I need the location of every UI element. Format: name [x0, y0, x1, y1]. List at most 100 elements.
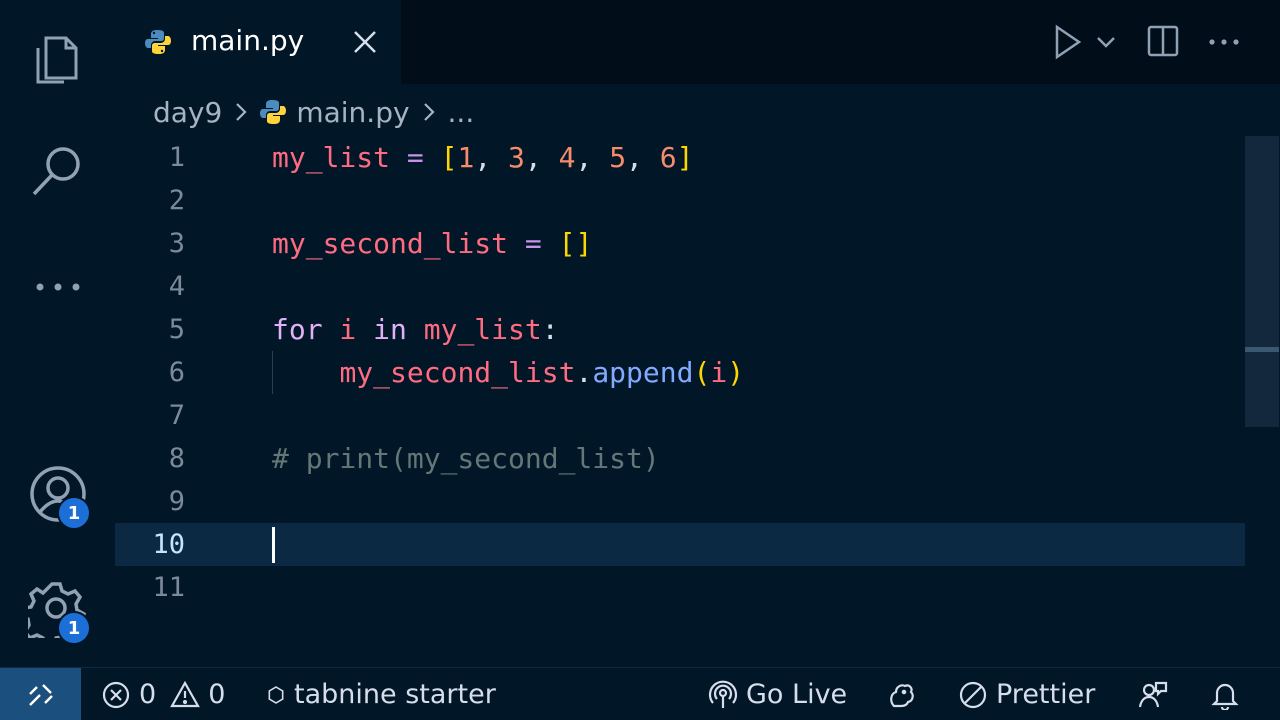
code-line[interactable]: 3 my_second_list = []	[115, 222, 1245, 265]
warning-count: 0	[208, 679, 226, 710]
tab-label: main.py	[191, 24, 305, 57]
line-number: 6	[168, 357, 185, 388]
warning-icon	[170, 680, 201, 707]
code-line[interactable]: 7	[115, 394, 1245, 437]
token-dot: .	[575, 356, 593, 389]
token-operator: =	[508, 227, 559, 260]
scrollbar-cursor-marker	[1245, 347, 1279, 352]
code-line[interactable]: 2	[115, 179, 1245, 222]
token-bracket: [	[440, 141, 458, 174]
code-line[interactable]: 8 # print(my_second_list)	[115, 437, 1245, 480]
remote-indicator[interactable]	[0, 668, 81, 720]
token-variable: my_second_list	[272, 227, 509, 260]
code-line[interactable]: 5 for i in my_list:	[115, 308, 1245, 351]
settings-badge: 1	[57, 611, 91, 645]
code-editor[interactable]: 1 my_list = [1, 3, 4, 5, 6] 2 3 my_secon…	[115, 136, 1280, 666]
line-number: 11	[152, 572, 185, 603]
token-comma: ,	[524, 141, 559, 174]
line-number: 4	[168, 271, 185, 302]
code-text: my_second_list.append(i)	[272, 351, 744, 394]
chevron-down-icon[interactable]	[1095, 24, 1117, 60]
broadcast-icon	[708, 680, 738, 708]
vertical-scrollbar[interactable]	[1245, 136, 1279, 427]
tabnine-indicator[interactable]: tabnine starter	[266, 668, 496, 720]
line-number: 5	[168, 314, 185, 345]
code-text: my_list = [1, 3, 4, 5, 6]	[272, 136, 693, 179]
tabnine-label: tabnine starter	[294, 679, 496, 710]
chevron-right-icon	[423, 103, 435, 121]
go-live-button[interactable]: Go Live	[708, 668, 847, 720]
line-number: 8	[168, 443, 185, 474]
problems-indicator[interactable]: 0 0	[101, 668, 225, 720]
tab-main-py[interactable]: main.py	[115, 0, 401, 84]
breadcrumb-file[interactable]: main.py	[296, 96, 409, 129]
split-editor-icon[interactable]	[1147, 24, 1179, 60]
error-icon	[102, 681, 130, 708]
run-icon[interactable]	[1053, 24, 1083, 60]
token-variable: i	[710, 356, 728, 389]
token-bracket: ]	[676, 141, 694, 174]
token-comma: ,	[626, 141, 660, 174]
breadcrumb-folder[interactable]: day9	[153, 96, 222, 129]
token-keyword: for	[272, 313, 323, 346]
token-variable: my_list	[272, 141, 391, 174]
token-comma: ,	[575, 141, 610, 174]
prettier-label: Prettier	[996, 679, 1096, 710]
code-line[interactable]: 6 my_second_list.append(i)	[115, 351, 1245, 394]
line-number: 3	[168, 228, 185, 259]
prohibited-icon	[959, 681, 987, 708]
more-actions-icon[interactable]	[1207, 24, 1241, 60]
line-number: 2	[168, 185, 185, 216]
python-file-icon	[145, 30, 171, 54]
code-line[interactable]: 1 my_list = [1, 3, 4, 5, 6]	[115, 136, 1245, 179]
accounts-badge: 1	[57, 496, 91, 530]
tab-bar: main.py	[115, 0, 1280, 84]
token-variable: my_second_list	[339, 356, 576, 389]
token-keyword: in	[373, 313, 407, 346]
code-text: my_second_list = []	[272, 222, 592, 265]
feedback-button[interactable]	[1138, 668, 1168, 720]
more-views-icon[interactable]	[28, 256, 88, 316]
feedback-person-icon	[1138, 681, 1168, 707]
token-number: 6	[659, 141, 677, 174]
code-line[interactable]: 11	[115, 566, 1245, 609]
code-line[interactable]: 9	[115, 480, 1245, 523]
line-number: 10	[152, 529, 185, 560]
token-variable: my_list	[406, 313, 542, 346]
text-cursor	[272, 527, 275, 563]
remote-icon	[28, 683, 53, 706]
line-number: 9	[168, 486, 185, 517]
token-variable: i	[322, 313, 374, 346]
go-live-label: Go Live	[746, 679, 848, 710]
token-bracket: (	[693, 356, 711, 389]
chevron-right-icon	[236, 103, 247, 121]
code-line-current[interactable]: 10	[115, 523, 1245, 566]
squirrel-icon	[890, 683, 914, 707]
token-number: 5	[609, 141, 627, 174]
activity-bar: 1 1	[0, 0, 115, 667]
search-icon[interactable]	[28, 140, 88, 200]
token-comment: # print(my_second_list)	[272, 442, 660, 475]
python-file-icon	[260, 100, 287, 124]
bell-icon	[1211, 683, 1239, 710]
token-bracket: []	[558, 227, 593, 260]
line-number: 7	[168, 400, 185, 431]
token-bracket: )	[727, 356, 745, 389]
code-line[interactable]: 4	[115, 265, 1245, 308]
breadcrumb-symbol[interactable]: ...	[448, 96, 475, 129]
breadcrumb: day9 main.py ...	[153, 92, 474, 132]
token-colon: :	[541, 313, 559, 346]
token-function: append	[592, 356, 694, 389]
explorer-icon[interactable]	[28, 26, 88, 86]
token-number: 4	[558, 141, 576, 174]
token-comma: ,	[474, 141, 509, 174]
close-icon[interactable]	[351, 28, 379, 56]
line-number: 1	[168, 142, 185, 173]
token-operator: =	[390, 141, 441, 174]
notifications-button[interactable]	[1210, 668, 1240, 720]
tabnine-icon	[268, 685, 284, 704]
error-count: 0	[139, 679, 157, 710]
copilot-indicator[interactable]	[886, 668, 916, 720]
prettier-indicator[interactable]: Prettier	[958, 668, 1095, 720]
